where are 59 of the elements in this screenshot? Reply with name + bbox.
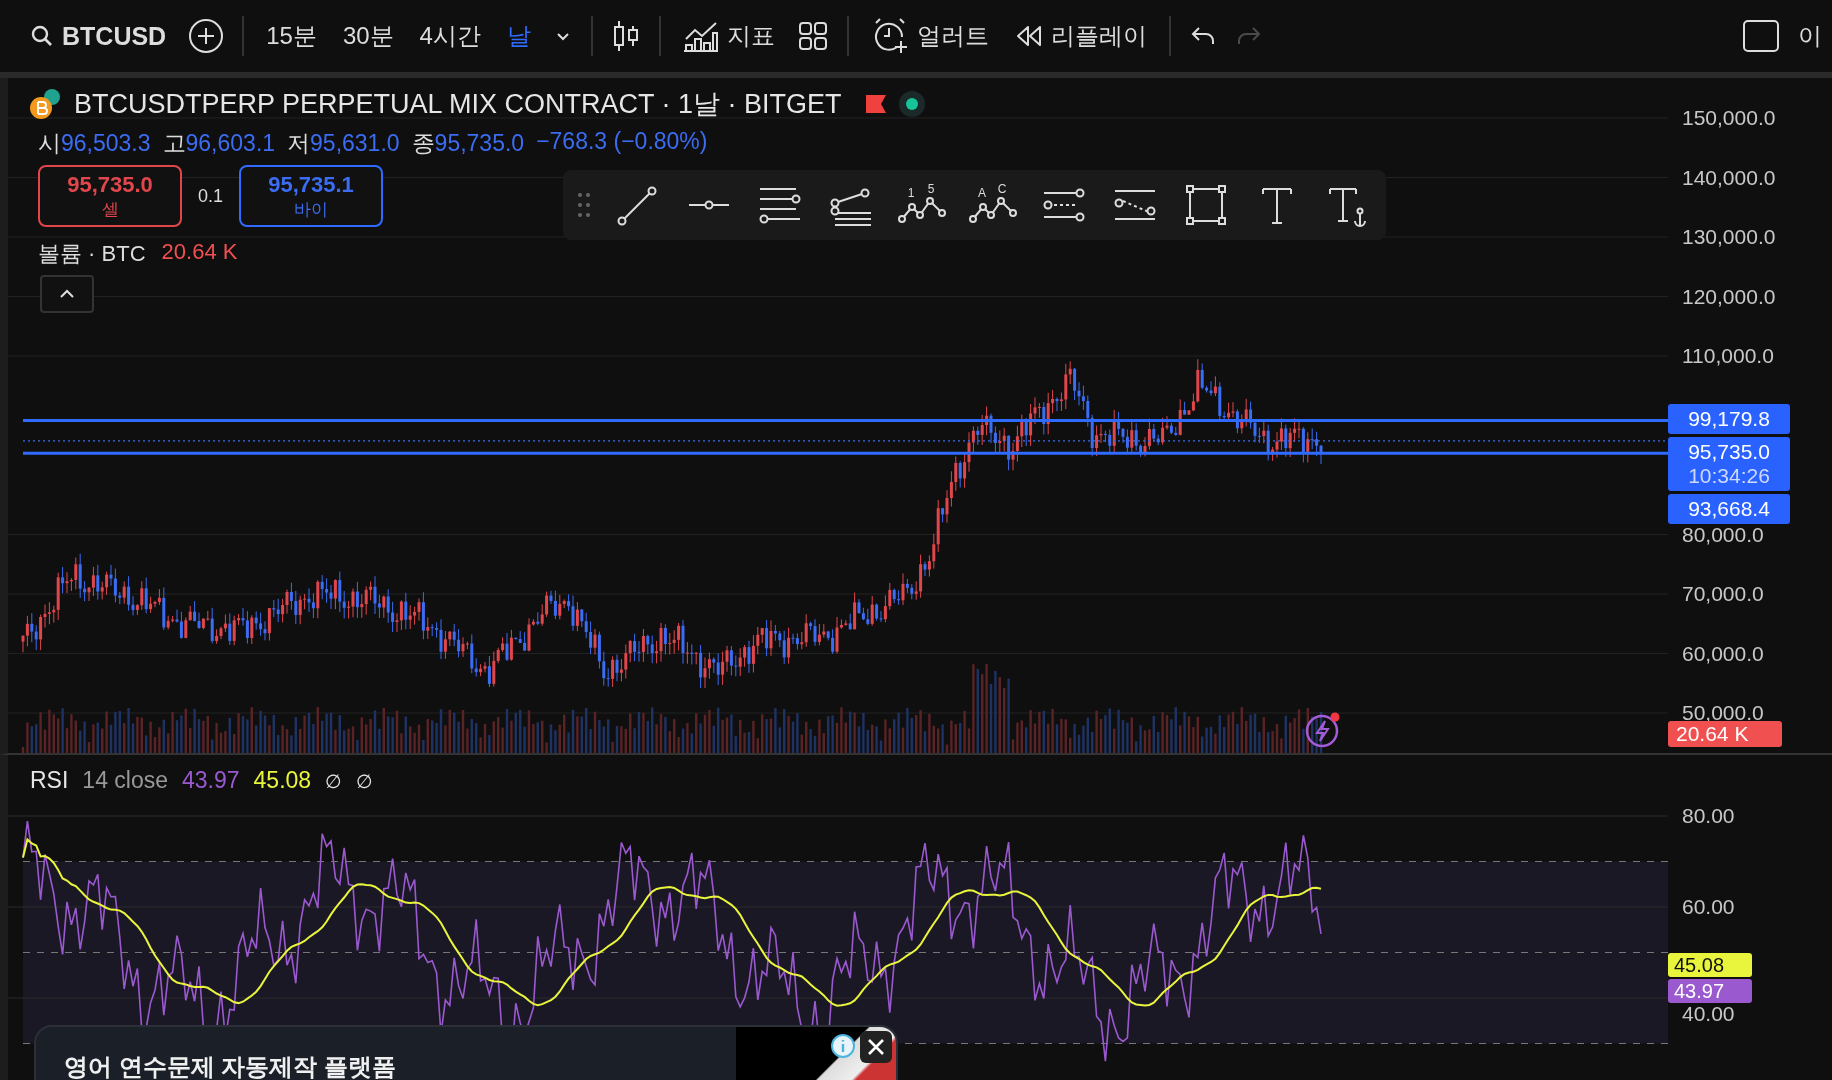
- buy-button[interactable]: 95,735.1 바이: [239, 165, 384, 227]
- symbol-title: BTCUSDTPERP PERPETUAL MIX CONTRACT · 1날 · BITGET: [74, 88, 842, 121]
- symbol-search-button[interactable]: BTCUSD: [26, 17, 171, 55]
- close-button[interactable]: [860, 1031, 892, 1063]
- sell-button[interactable]: 95,735.0 셀: [38, 165, 182, 227]
- interval-tab[interactable]: 30분: [338, 16, 398, 56]
- empty-value: ∅: [356, 770, 374, 793]
- price-change: −768.3 (−0.80%): [536, 128, 708, 156]
- chevron-up-icon: [59, 289, 75, 299]
- square-icon[interactable]: [1742, 19, 1780, 53]
- price-tick-label: 70,000.0: [1682, 582, 1764, 606]
- volume-badge: 20.64 K: [1668, 721, 1782, 747]
- horizontal-price-line[interactable]: [23, 418, 1668, 422]
- price-tick-label: 130,000.0: [1682, 225, 1776, 249]
- rsi-value-badge: 45.08: [1668, 952, 1752, 977]
- price-tick-label: 120,000.0: [1682, 284, 1776, 309]
- rsi-value: 43.97: [182, 767, 240, 794]
- alert-button[interactable]: 얼러트: [866, 13, 993, 59]
- spread-value: 0.1: [198, 185, 224, 207]
- rewind-icon: [1014, 24, 1043, 48]
- price-value: 99,179.8: [1688, 407, 1770, 432]
- interval-tab[interactable]: 15분: [262, 16, 321, 56]
- ad-title: 영어 연수문제 자동제작 플랫폼: [63, 1052, 397, 1080]
- price-tick-label: 140,000.0: [1682, 165, 1776, 190]
- price-tick-label: 150,000.0: [1682, 106, 1776, 130]
- add-circle-icon[interactable]: [188, 18, 225, 54]
- flag-icon[interactable]: [863, 93, 888, 115]
- drag-handle-icon[interactable]: [577, 192, 591, 218]
- price-tick-label: 110,000.0: [1682, 344, 1774, 368]
- price-value: 93,668.4: [1688, 497, 1770, 522]
- replay-button[interactable]: 리플레이: [1010, 16, 1151, 56]
- search-icon: [30, 24, 54, 48]
- empty-value: ∅: [325, 770, 343, 793]
- indicator-params: 14 close: [82, 767, 168, 794]
- layout-grid-icon[interactable]: [796, 20, 829, 52]
- rsi-tick-label: 80.00: [1682, 804, 1735, 828]
- volume-value: 20.64 K: [161, 239, 238, 266]
- interval-tab[interactable]: 날: [502, 16, 535, 56]
- countdown-time: 10:34:26: [1688, 464, 1770, 489]
- toolbar-label[interactable]: 이: [1798, 20, 1822, 52]
- indicators-button[interactable]: 지표: [678, 15, 779, 57]
- close-icon: [866, 1037, 886, 1057]
- ohlc-value: 저95,631.0: [287, 129, 400, 158]
- volume-label: 볼륨 · BTC: [38, 240, 146, 268]
- chart-growth-icon: [682, 19, 719, 53]
- rsi-tick-label: 60.00: [1682, 895, 1735, 919]
- price-tick-label: 60,000.0: [1682, 641, 1764, 666]
- ohlc-value: 시96,503.3: [38, 129, 151, 158]
- rsi-tick-label: 40.00: [1682, 1002, 1735, 1026]
- indicator-name: RSI: [30, 767, 69, 794]
- rsi-value-badge: 43.97: [1668, 978, 1752, 1003]
- price-value: 95,735.0: [1688, 440, 1770, 465]
- ohlc-value: 고96,603.1: [162, 129, 276, 158]
- rsi-average-value: 45.08: [253, 767, 312, 794]
- interval-tab[interactable]: 4시간: [415, 16, 485, 56]
- ad-banner[interactable]: 영어 연수문제 자동제작 플랫폼: [34, 1025, 898, 1080]
- price-tick-label: 80,000.0: [1682, 522, 1764, 547]
- horizontal-price-line[interactable]: [23, 451, 1668, 455]
- ohlc-value: 종95,735.0: [411, 129, 525, 158]
